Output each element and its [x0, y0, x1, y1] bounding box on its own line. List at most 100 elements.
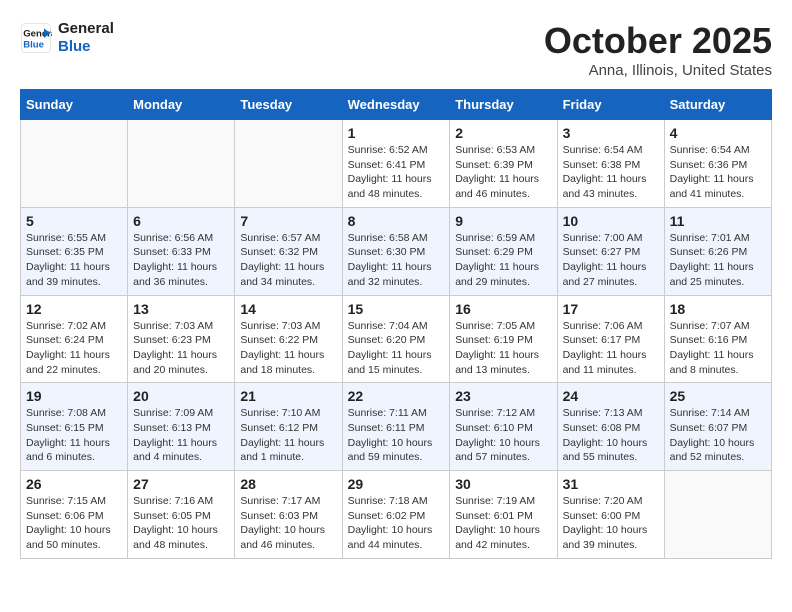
day-number: 24 — [563, 388, 659, 404]
day-number: 30 — [455, 476, 551, 492]
location: Anna, Illinois, United States — [544, 62, 772, 79]
calendar-cell: 20 Sunrise: 7:09 AM Sunset: 6:13 PM Dayli… — [128, 383, 235, 471]
calendar-cell: 8 Sunrise: 6:58 AM Sunset: 6:30 PM Daylig… — [342, 207, 450, 295]
logo-icon: General Blue — [20, 22, 52, 54]
day-number: 29 — [348, 476, 445, 492]
day-info: Sunrise: 7:12 AM Sunset: 6:10 PM Dayligh… — [455, 406, 551, 465]
svg-text:Blue: Blue — [23, 40, 44, 51]
day-info: Sunrise: 7:20 AM Sunset: 6:00 PM Dayligh… — [563, 494, 659, 553]
day-number: 31 — [563, 476, 659, 492]
logo: General Blue General Blue — [20, 20, 114, 56]
day-number: 3 — [563, 125, 659, 141]
calendar-cell: 17Sunrise: 7:06 AM Sunset: 6:17 PM Dayli… — [557, 295, 664, 383]
calendar-cell: 2 Sunrise: 6:53 AM Sunset: 6:39 PM Daylig… — [450, 120, 557, 208]
col-header-wednesday: Wednesday — [342, 90, 450, 120]
day-number: 17 — [563, 301, 659, 317]
day-number: 28 — [240, 476, 336, 492]
day-number: 25 — [670, 388, 766, 404]
day-number: 22 — [348, 388, 445, 404]
calendar-cell: 3 Sunrise: 6:54 AM Sunset: 6:38 PM Daylig… — [557, 120, 664, 208]
calendar-cell — [664, 471, 771, 559]
calendar-cell: 14 Sunrise: 7:03 AM Sunset: 6:22 PM Dayli… — [235, 295, 342, 383]
day-number: 13 — [133, 301, 229, 317]
calendar-cell: 31 Sunrise: 7:20 AM Sunset: 6:00 PM Dayli… — [557, 471, 664, 559]
day-info: Sunrise: 6:53 AM Sunset: 6:39 PM Dayligh… — [455, 143, 551, 202]
day-info: Sunrise: 6:56 AM Sunset: 6:33 PM Dayligh… — [133, 231, 229, 290]
calendar-cell: 25 Sunrise: 7:14 AM Sunset: 6:07 PM Dayli… — [664, 383, 771, 471]
day-number: 2 — [455, 125, 551, 141]
day-info: Sunrise: 7:00 AM Sunset: 6:27 PM Dayligh… — [563, 231, 659, 290]
calendar: SundayMondayTuesdayWednesdayThursdayFrid… — [20, 89, 772, 559]
day-number: 9 — [455, 213, 551, 229]
day-number: 27 — [133, 476, 229, 492]
day-number: 16 — [455, 301, 551, 317]
calendar-cell: 13 Sunrise: 7:03 AM Sunset: 6:23 PM Dayli… — [128, 295, 235, 383]
calendar-header: SundayMondayTuesdayWednesdayThursdayFrid… — [21, 90, 772, 120]
calendar-cell: 10Sunrise: 7:00 AM Sunset: 6:27 PM Dayli… — [557, 207, 664, 295]
calendar-cell: 7Sunrise: 6:57 AM Sunset: 6:32 PM Daylig… — [235, 207, 342, 295]
day-info: Sunrise: 7:10 AM Sunset: 6:12 PM Dayligh… — [240, 406, 336, 465]
day-info: Sunrise: 7:16 AM Sunset: 6:05 PM Dayligh… — [133, 494, 229, 553]
calendar-cell: 22 Sunrise: 7:11 AM Sunset: 6:11 PM Dayli… — [342, 383, 450, 471]
day-info: Sunrise: 6:52 AM Sunset: 6:41 PM Dayligh… — [348, 143, 445, 202]
day-info: Sunrise: 6:58 AM Sunset: 6:30 PM Dayligh… — [348, 231, 445, 290]
title-block: October 2025 Anna, Illinois, United Stat… — [544, 20, 772, 79]
day-info: Sunrise: 7:03 AM Sunset: 6:23 PM Dayligh… — [133, 319, 229, 378]
day-number: 6 — [133, 213, 229, 229]
day-info: Sunrise: 7:02 AM Sunset: 6:24 PM Dayligh… — [26, 319, 122, 378]
calendar-cell: 24Sunrise: 7:13 AM Sunset: 6:08 PM Dayli… — [557, 383, 664, 471]
day-info: Sunrise: 7:17 AM Sunset: 6:03 PM Dayligh… — [240, 494, 336, 553]
day-number: 4 — [670, 125, 766, 141]
day-info: Sunrise: 7:07 AM Sunset: 6:16 PM Dayligh… — [670, 319, 766, 378]
day-number: 20 — [133, 388, 229, 404]
calendar-cell: 9Sunrise: 6:59 AM Sunset: 6:29 PM Daylig… — [450, 207, 557, 295]
col-header-tuesday: Tuesday — [235, 90, 342, 120]
day-number: 15 — [348, 301, 445, 317]
day-number: 8 — [348, 213, 445, 229]
day-number: 19 — [26, 388, 122, 404]
day-info: Sunrise: 6:54 AM Sunset: 6:38 PM Dayligh… — [563, 143, 659, 202]
calendar-cell: 12 Sunrise: 7:02 AM Sunset: 6:24 PM Dayli… — [21, 295, 128, 383]
day-number: 23 — [455, 388, 551, 404]
calendar-cell: 18 Sunrise: 7:07 AM Sunset: 6:16 PM Dayli… — [664, 295, 771, 383]
day-info: Sunrise: 7:18 AM Sunset: 6:02 PM Dayligh… — [348, 494, 445, 553]
day-info: Sunrise: 7:11 AM Sunset: 6:11 PM Dayligh… — [348, 406, 445, 465]
day-number: 18 — [670, 301, 766, 317]
day-info: Sunrise: 7:15 AM Sunset: 6:06 PM Dayligh… — [26, 494, 122, 553]
day-number: 14 — [240, 301, 336, 317]
day-info: Sunrise: 7:03 AM Sunset: 6:22 PM Dayligh… — [240, 319, 336, 378]
day-number: 21 — [240, 388, 336, 404]
day-number: 11 — [670, 213, 766, 229]
col-header-saturday: Saturday — [664, 90, 771, 120]
calendar-cell: 21 Sunrise: 7:10 AM Sunset: 6:12 PM Dayli… — [235, 383, 342, 471]
day-number: 26 — [26, 476, 122, 492]
col-header-monday: Monday — [128, 90, 235, 120]
day-info: Sunrise: 7:08 AM Sunset: 6:15 PM Dayligh… — [26, 406, 122, 465]
calendar-cell: 29 Sunrise: 7:18 AM Sunset: 6:02 PM Dayli… — [342, 471, 450, 559]
calendar-cell: 6 Sunrise: 6:56 AM Sunset: 6:33 PM Daylig… — [128, 207, 235, 295]
day-number: 5 — [26, 213, 122, 229]
calendar-cell: 4 Sunrise: 6:54 AM Sunset: 6:36 PM Daylig… — [664, 120, 771, 208]
col-header-thursday: Thursday — [450, 90, 557, 120]
logo-blue: Blue — [58, 38, 114, 56]
col-header-friday: Friday — [557, 90, 664, 120]
day-info: Sunrise: 7:09 AM Sunset: 6:13 PM Dayligh… — [133, 406, 229, 465]
day-info: Sunrise: 7:01 AM Sunset: 6:26 PM Dayligh… — [670, 231, 766, 290]
calendar-cell: 23 Sunrise: 7:12 AM Sunset: 6:10 PM Dayli… — [450, 383, 557, 471]
day-number: 12 — [26, 301, 122, 317]
calendar-cell: 19 Sunrise: 7:08 AM Sunset: 6:15 PM Dayli… — [21, 383, 128, 471]
day-info: Sunrise: 6:54 AM Sunset: 6:36 PM Dayligh… — [670, 143, 766, 202]
calendar-cell: 30 Sunrise: 7:19 AM Sunset: 6:01 PM Dayli… — [450, 471, 557, 559]
calendar-cell: 26 Sunrise: 7:15 AM Sunset: 6:06 PM Dayli… — [21, 471, 128, 559]
day-info: Sunrise: 7:04 AM Sunset: 6:20 PM Dayligh… — [348, 319, 445, 378]
calendar-cell: 16 Sunrise: 7:05 AM Sunset: 6:19 PM Dayli… — [450, 295, 557, 383]
page-header: General Blue General Blue October 2025 A… — [20, 20, 772, 79]
day-info: Sunrise: 7:14 AM Sunset: 6:07 PM Dayligh… — [670, 406, 766, 465]
day-info: Sunrise: 7:05 AM Sunset: 6:19 PM Dayligh… — [455, 319, 551, 378]
month-title: October 2025 — [544, 20, 772, 62]
calendar-cell: 15 Sunrise: 7:04 AM Sunset: 6:20 PM Dayli… — [342, 295, 450, 383]
day-info: Sunrise: 7:19 AM Sunset: 6:01 PM Dayligh… — [455, 494, 551, 553]
calendar-cell — [235, 120, 342, 208]
calendar-cell: 5Sunrise: 6:55 AM Sunset: 6:35 PM Daylig… — [21, 207, 128, 295]
day-number: 7 — [240, 213, 336, 229]
